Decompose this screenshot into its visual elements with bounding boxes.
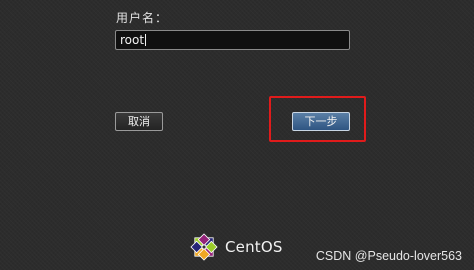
username-label: 用户名： xyxy=(116,11,169,25)
username-input-value: root xyxy=(120,33,145,47)
username-input[interactable]: root xyxy=(115,30,350,50)
text-cursor xyxy=(145,34,147,46)
csdn-watermark: CSDN @Pseudo-lover563 xyxy=(315,249,462,263)
centos-wordmark: CentOS xyxy=(225,238,283,256)
cancel-button[interactable]: 取消 xyxy=(115,112,163,131)
centos-logo-icon xyxy=(190,233,218,261)
highlight-annotation-box xyxy=(269,96,366,142)
